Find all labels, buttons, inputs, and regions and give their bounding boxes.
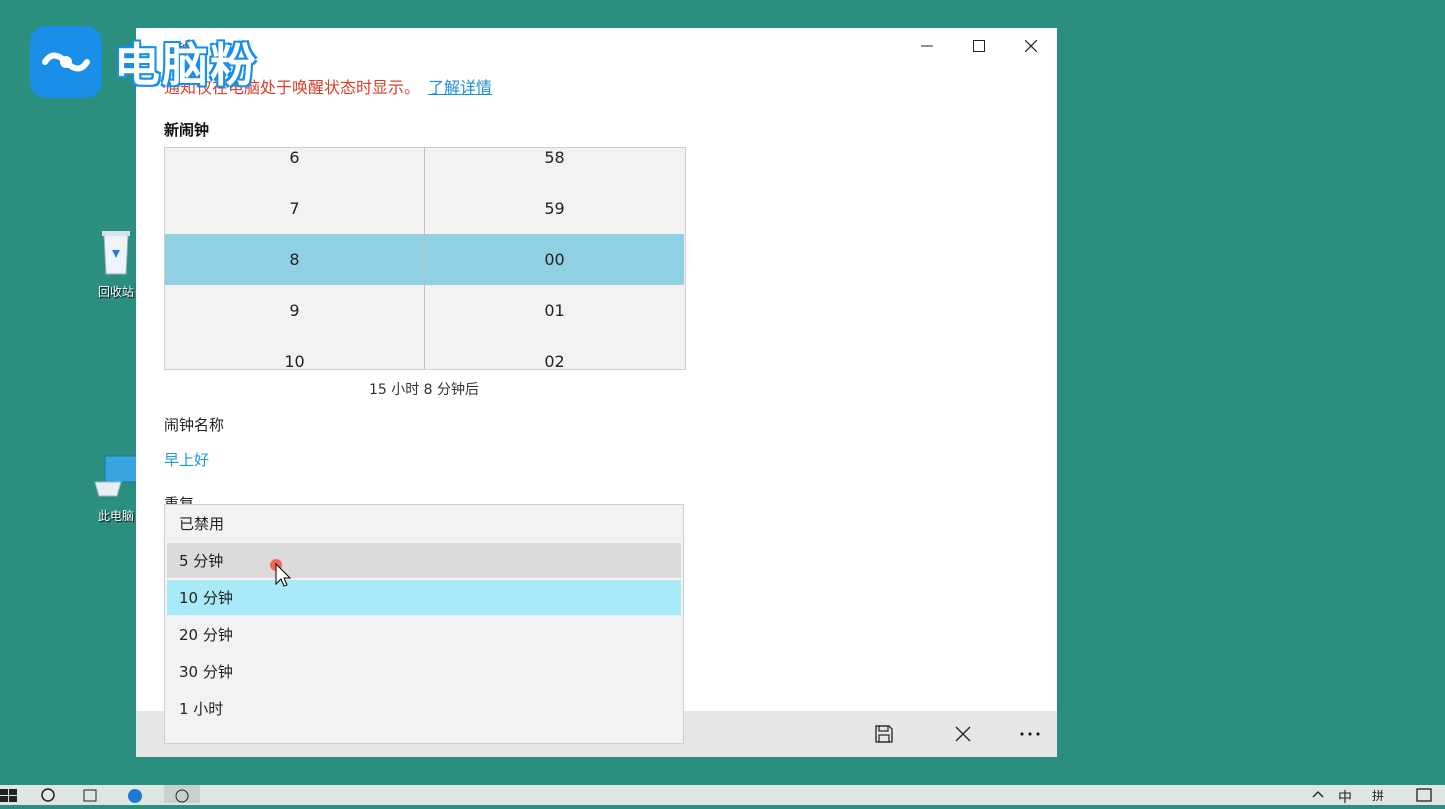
notification-icon [1416,788,1432,802]
section-title: 新闹钟 [164,121,210,139]
start-button[interactable] [0,787,18,807]
minimize-button[interactable] [901,28,953,64]
alarm-name-input[interactable]: 早上好 [164,449,209,470]
watermark-logo: 电脑粉 [30,26,258,98]
minute-column[interactable]: 58 59 00 01 02 [425,148,684,369]
alarm-clock-icon [175,789,189,803]
snooze-option-hovered[interactable]: 5 分钟 [167,543,681,578]
recycle-bin-icon [102,231,130,275]
task-view-button[interactable] [82,787,100,807]
more-icon [1020,732,1040,736]
edge-taskbar-button[interactable] [126,787,144,807]
hour-option[interactable]: 7 [165,183,424,234]
maximize-icon [973,40,985,52]
time-until-alarm: 15 小时 8 分钟后 [368,382,480,398]
time-picker[interactable]: 6 7 8 9 10 58 59 00 01 02 [164,147,686,370]
minute-option[interactable]: 58 [425,148,684,183]
cursor-icon [270,559,292,587]
alarm-name-label: 闹钟名称 [164,416,225,434]
minute-option[interactable]: 01 [425,285,684,336]
snooze-option[interactable]: 30 分钟 [167,654,681,689]
close-icon [1025,40,1037,52]
mouse-cursor [270,558,294,592]
window-controls [901,28,1057,64]
snooze-dropdown-list[interactable]: 已禁用 5 分钟 10 分钟 20 分钟 30 分钟 1 小时 [164,504,684,744]
hour-column[interactable]: 6 7 8 9 10 [165,148,425,369]
search-button[interactable] [40,787,58,807]
hour-option[interactable]: 9 [165,285,424,336]
search-icon [41,788,55,802]
close-window-button[interactable] [1005,28,1057,64]
edge-icon [128,789,142,803]
learn-more-link[interactable]: 了解详情 [428,78,492,97]
alarms-taskbar-button[interactable] [164,785,200,803]
hour-option[interactable]: 6 [165,148,424,183]
minimize-icon [921,45,933,47]
minute-option[interactable]: 02 [425,336,684,369]
delete-button[interactable] [939,711,987,757]
taskbar: 中 拼 [0,785,1445,807]
computer-icon [94,455,140,497]
snooze-option-selected[interactable]: 10 分钟 [167,580,681,615]
ime-mode-indicator[interactable]: 拼 [1372,787,1384,804]
show-hidden-icons-button[interactable] [1312,787,1324,803]
task-view-icon [83,789,97,802]
action-center-button[interactable] [1416,787,1432,807]
watermark-text: 电脑粉 [114,38,258,92]
chevron-up-icon [1312,791,1324,798]
ime-language-indicator[interactable]: 中 [1338,787,1352,807]
save-icon [875,725,893,743]
close-icon [955,726,971,742]
windows-icon [0,789,17,802]
minute-option[interactable]: 59 [425,183,684,234]
maximize-button[interactable] [953,28,1005,64]
snooze-option[interactable]: 1 小时 [167,691,681,726]
save-button[interactable] [860,711,908,757]
snooze-option[interactable]: 已禁用 [167,506,681,541]
more-button[interactable] [1006,711,1054,757]
hour-option[interactable]: 10 [165,336,424,369]
minute-option-selected[interactable]: 00 [425,234,684,285]
hour-option-selected[interactable]: 8 [165,234,424,285]
logo-badge-icon [30,26,102,98]
snooze-option[interactable]: 20 分钟 [167,617,681,652]
